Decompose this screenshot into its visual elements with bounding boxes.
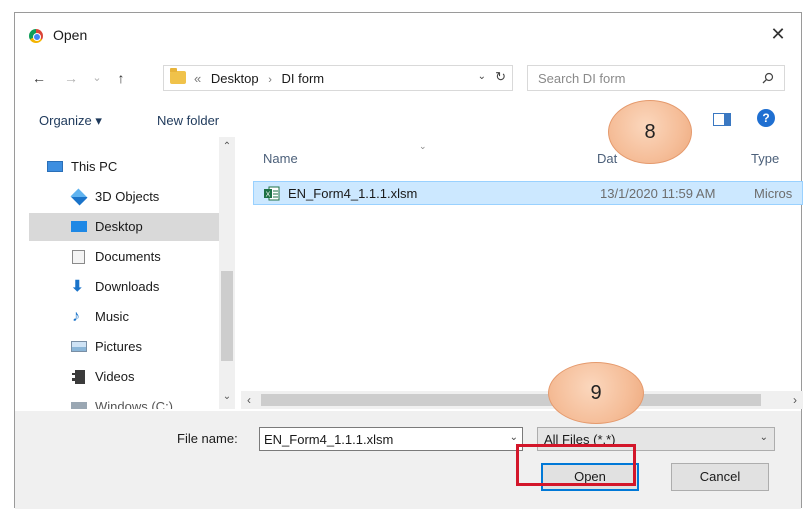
videos-icon	[72, 370, 85, 384]
search-input[interactable]	[538, 70, 748, 86]
scrollbar-thumb[interactable]	[221, 271, 233, 361]
dialog-title: Open	[53, 27, 88, 43]
nav-item-label: This PC	[71, 159, 118, 174]
svg-text:X: X	[266, 192, 271, 199]
nav-item-videos[interactable]: Videos	[29, 363, 229, 391]
music-icon: ♪	[72, 308, 80, 325]
nav-item-label: Documents	[95, 249, 161, 264]
search-box[interactable]	[527, 65, 785, 91]
scroll-up-icon[interactable]: ⌃	[219, 141, 235, 152]
breadcrumb-overflow-icon[interactable]: «	[194, 71, 201, 86]
navigation-pane: This PC 3D Objects Desktop Documents ⬇ D…	[29, 137, 235, 409]
nav-item-label: Videos	[95, 369, 135, 384]
column-header-type[interactable]: Type	[751, 151, 779, 166]
sort-chevron-icon: ⌄	[419, 141, 427, 151]
up-arrow-icon[interactable]: ↑	[113, 69, 129, 87]
nav-item-label: Pictures	[95, 339, 142, 354]
address-bar[interactable]: « Desktop › DI form ⌄ ↻	[163, 65, 513, 91]
scroll-right-icon[interactable]: ›	[793, 393, 797, 407]
preview-pane-icon[interactable]	[713, 113, 731, 126]
file-row[interactable]: X EN_Form4_1.1.1.xlsm 13/1/2020 11:59 AM…	[253, 181, 803, 205]
step-8-callout: 8	[608, 100, 692, 164]
step-9-callout: 9	[548, 362, 644, 424]
nav-item-3d-objects[interactable]: 3D Objects	[29, 183, 229, 211]
refresh-icon[interactable]: ↻	[495, 69, 506, 85]
pc-icon	[47, 161, 63, 172]
nav-item-label: Music	[95, 309, 129, 324]
nav-item-this-pc[interactable]: This PC	[29, 153, 229, 181]
nav-item-label: 3D Objects	[95, 189, 160, 204]
file-name-combobox[interactable]: ⌄	[259, 427, 523, 451]
scrollbar-thumb[interactable]	[261, 394, 761, 406]
back-arrow-icon[interactable]: ←	[31, 69, 47, 87]
chrome-icon	[29, 29, 43, 43]
column-header-date[interactable]: Dat	[597, 151, 617, 166]
breadcrumb: « Desktop › DI form	[194, 71, 324, 86]
nav-pane-scrollbar[interactable]: ⌃ ⌄	[219, 137, 235, 409]
nav-item-music[interactable]: ♪ Music	[29, 303, 229, 331]
search-icon[interactable]	[762, 72, 774, 84]
chevron-down-icon[interactable]: ⌄	[760, 432, 768, 443]
desktop-icon	[71, 221, 87, 232]
nav-item-downloads[interactable]: ⬇ Downloads	[29, 273, 229, 301]
column-header-name[interactable]: Name	[263, 151, 298, 166]
forward-arrow-icon[interactable]: →	[63, 69, 79, 87]
file-name-input[interactable]	[264, 431, 494, 447]
address-dropdown-chevron-icon[interactable]: ⌄	[478, 71, 486, 82]
address-row: ← → ⌄ ↑ « Desktop › DI form ⌄ ↻	[15, 63, 801, 95]
chevron-down-icon[interactable]: ⌄	[510, 432, 518, 443]
file-name-label: File name:	[177, 431, 238, 446]
pictures-icon	[71, 341, 87, 352]
file-date-modified: 13/1/2020 11:59 AM	[600, 186, 716, 201]
nav-item-label: Windows (C:)	[95, 399, 174, 409]
dialog-footer: File name: ⌄ All Files (*.*) ⌄ Open Canc…	[15, 411, 801, 509]
excel-macro-icon: X	[264, 186, 280, 201]
nav-item-pictures[interactable]: Pictures	[29, 333, 229, 361]
scroll-down-icon[interactable]: ⌄	[219, 391, 235, 402]
nav-item-windows-c[interactable]: Windows (C:)	[29, 393, 229, 409]
3d-objects-icon	[70, 188, 88, 206]
organize-menu-button[interactable]: Organize ▾	[39, 113, 102, 129]
chevron-right-icon[interactable]: ›	[268, 74, 272, 86]
scroll-left-icon[interactable]: ‹	[247, 393, 251, 407]
downloads-icon: ⬇	[71, 278, 84, 295]
new-folder-button[interactable]: New folder	[157, 113, 219, 128]
file-list-horizontal-scrollbar[interactable]: ‹ ›	[241, 391, 803, 409]
folder-icon	[170, 68, 186, 84]
cancel-button[interactable]: Cancel	[671, 463, 769, 491]
recent-locations-chevron-icon[interactable]: ⌄	[89, 69, 105, 87]
close-button[interactable]: ✕	[765, 23, 791, 47]
file-name: EN_Form4_1.1.1.xlsm	[288, 186, 418, 201]
drive-icon	[71, 402, 87, 409]
title-bar: Open ✕	[15, 13, 801, 57]
breadcrumb-item-di-form[interactable]: DI form	[281, 71, 324, 86]
file-type: Micros	[754, 186, 793, 201]
nav-item-label: Downloads	[95, 279, 160, 294]
breadcrumb-item-desktop[interactable]: Desktop	[211, 71, 259, 86]
documents-icon	[72, 250, 85, 264]
open-file-dialog: Open ✕ ← → ⌄ ↑ « Desktop › DI form ⌄ ↻ S…	[14, 12, 803, 509]
open-button-highlight-box	[516, 444, 636, 486]
nav-item-label: Desktop	[95, 219, 143, 234]
nav-item-documents[interactable]: Documents	[29, 243, 229, 271]
help-icon[interactable]: ?	[757, 109, 775, 127]
nav-item-desktop[interactable]: Desktop	[29, 213, 229, 241]
